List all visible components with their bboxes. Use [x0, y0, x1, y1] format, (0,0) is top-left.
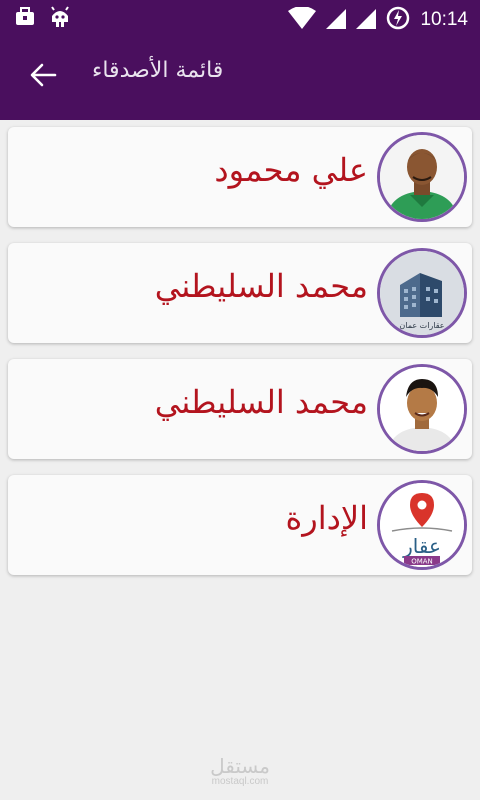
friend-name: الإدارة [285, 499, 369, 537]
signal-icon [356, 7, 377, 33]
friends-list: علي محمود عقارات عمان محمد السليطني محمد… [8, 127, 472, 591]
android-icon [48, 6, 72, 32]
friend-card[interactable]: عقار OMAN الإدارة [8, 475, 472, 575]
friend-name: علي محمود [214, 151, 368, 189]
status-bar: 10:14 [0, 0, 480, 36]
logo-sub: OMAN [411, 558, 433, 566]
watermark: مستقل mostaql.com [0, 756, 480, 788]
back-button[interactable] [26, 60, 60, 94]
clock: 10:14 [420, 9, 468, 30]
avatar: عقارات عمان [377, 248, 467, 338]
signal-icon [326, 7, 347, 33]
friend-name: محمد السليطني [154, 383, 368, 421]
friend-card[interactable]: علي محمود [8, 127, 472, 227]
battery-charging-icon [386, 6, 410, 34]
briefcase-icon [14, 6, 36, 32]
logo-word: عقار [402, 534, 441, 558]
friend-name: محمد السليطني [154, 267, 368, 305]
avatar [377, 132, 467, 222]
friend-card[interactable]: عقارات عمان محمد السليطني [8, 243, 472, 343]
avatar-caption: عقارات عمان [399, 321, 444, 330]
page-title: قائمة الأصدقاء [92, 58, 224, 83]
watermark-sub: mostaql.com [211, 776, 269, 787]
avatar [377, 364, 467, 454]
watermark-main: مستقل [210, 754, 270, 778]
wifi-icon [288, 6, 317, 33]
avatar: عقار OMAN [377, 480, 467, 570]
friend-card[interactable]: محمد السليطني [8, 359, 472, 459]
arrow-back-icon [29, 61, 57, 93]
app-bar: قائمة الأصدقاء [0, 36, 480, 120]
